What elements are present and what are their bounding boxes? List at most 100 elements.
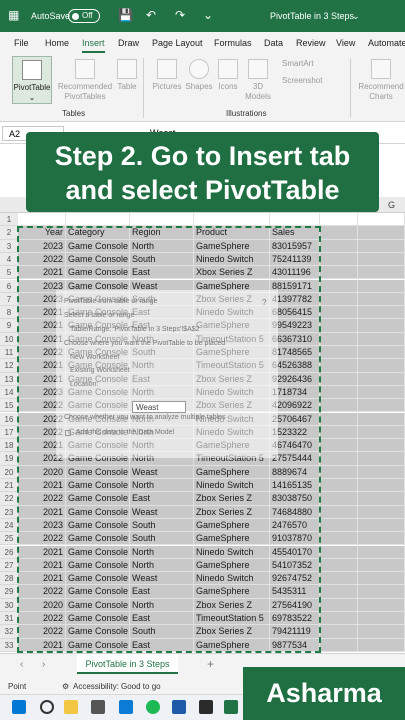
cell[interactable] [358,385,405,400]
tab-insert[interactable]: Insert [82,38,105,53]
cell[interactable]: 2023 [18,239,66,253]
cell[interactable] [358,505,405,519]
cell[interactable] [358,492,405,506]
mail-icon[interactable] [91,700,105,714]
smartart-button[interactable]: SmartArt [282,59,330,69]
cell[interactable] [320,479,358,493]
cell[interactable] [320,359,358,373]
row-number[interactable]: 7 [0,292,18,307]
cell[interactable] [320,266,358,280]
tab-formulas[interactable]: Formulas [214,38,252,48]
cell[interactable] [358,213,405,227]
cell[interactable] [358,638,405,652]
dialog-option[interactable]: Existing Worksheet [70,367,130,374]
cell[interactable]: 2020 [18,465,66,479]
cell[interactable]: Game Console [66,545,130,559]
row-number[interactable]: 2 [0,226,18,240]
cell[interactable] [320,572,358,586]
cell[interactable]: GameSphere [194,638,270,652]
cell[interactable]: Zbox Series Z [194,492,270,506]
cell[interactable] [320,306,358,320]
accessibility-status[interactable]: Accessibility: Good to go [73,682,161,691]
cell[interactable]: Zbox Series Z [194,598,270,612]
cell[interactable] [358,226,405,240]
row-number[interactable]: 13 [0,372,18,386]
app-icon[interactable] [199,700,213,714]
cell[interactable] [358,346,405,360]
tab-home[interactable]: Home [45,38,69,48]
row-number[interactable]: 25 [0,532,18,546]
cell[interactable]: Game Console [66,638,130,652]
tab-data[interactable]: Data [264,38,283,48]
cell[interactable] [320,425,358,440]
chevron-down-icon[interactable]: ⌄ [352,11,360,22]
cell[interactable]: Weast [130,465,194,479]
cell[interactable]: 2020 [18,598,66,612]
cell[interactable]: Game Console [66,612,130,626]
row-number[interactable]: 9 [0,319,18,333]
row-number[interactable]: 29 [0,585,18,599]
outlook-icon[interactable] [172,700,186,714]
pictures-button[interactable]: Pictures [150,59,184,92]
cell[interactable] [320,252,358,267]
row-number[interactable]: 12 [0,359,18,373]
save-icon[interactable]: 💾 [118,8,133,22]
cell[interactable]: 2021 [18,545,66,559]
cell[interactable]: Game Console [66,585,130,599]
cell[interactable] [320,412,358,426]
cell[interactable] [320,372,358,386]
cell[interactable]: Game Console [66,239,130,253]
excel-taskbar-icon[interactable] [224,700,238,714]
cell[interactable]: 74684880 [270,505,320,519]
cell[interactable] [320,452,358,466]
cell[interactable]: 2022 [18,492,66,506]
cell[interactable]: Game Console [66,465,130,479]
cell[interactable] [358,572,405,586]
row-number[interactable]: 15 [0,399,18,413]
row-number[interactable]: 5 [0,266,18,280]
spotify-icon[interactable] [146,700,160,714]
add-sheet-icon[interactable]: + [207,657,214,671]
cell[interactable] [320,585,358,599]
cell[interactable] [320,492,358,506]
cell[interactable] [358,425,405,440]
cell[interactable]: 2022 [18,532,66,546]
cell[interactable]: 2476570 [270,518,320,533]
cell[interactable]: Game Console [66,505,130,519]
customize-icon[interactable]: ⌄ [203,8,213,22]
location-input[interactable]: Weast [132,401,186,413]
cell[interactable]: GameSphere [194,585,270,599]
cell[interactable] [194,213,270,227]
cell[interactable] [358,239,405,253]
cell[interactable]: East [130,492,194,506]
screenshot-button[interactable]: Screenshot [282,76,338,86]
row-number[interactable]: 23 [0,505,18,519]
cell[interactable] [358,319,405,333]
cell[interactable]: 2021 [18,479,66,493]
cell[interactable]: Ninedo Switch [194,572,270,586]
row-number[interactable]: 11 [0,346,18,360]
search-icon[interactable] [40,700,54,714]
cell[interactable]: 2021 [18,572,66,586]
autosave-toggle[interactable]: Off [68,9,100,23]
cell[interactable] [358,598,405,612]
cell[interactable]: Game Console [66,572,130,586]
cell[interactable] [320,465,358,479]
cell[interactable] [320,598,358,612]
cell[interactable]: North [130,598,194,612]
cell[interactable] [320,385,358,400]
cell[interactable]: Game Console [66,518,130,533]
cell[interactable] [320,558,358,573]
cell[interactable]: 2021 [18,505,66,519]
row-number[interactable]: 32 [0,625,18,639]
cell[interactable]: North [130,545,194,559]
cell[interactable]: TimeoutStation 5 [194,612,270,626]
cell[interactable] [320,346,358,360]
next-sheet-icon[interactable]: › [42,659,45,670]
cell[interactable]: Game Console [66,598,130,612]
tab-view[interactable]: View [336,38,355,48]
row-number[interactable]: 20 [0,465,18,479]
cell[interactable]: Game Console [66,625,130,639]
cell[interactable]: Game Console [66,492,130,506]
checkbox[interactable] [65,430,71,436]
